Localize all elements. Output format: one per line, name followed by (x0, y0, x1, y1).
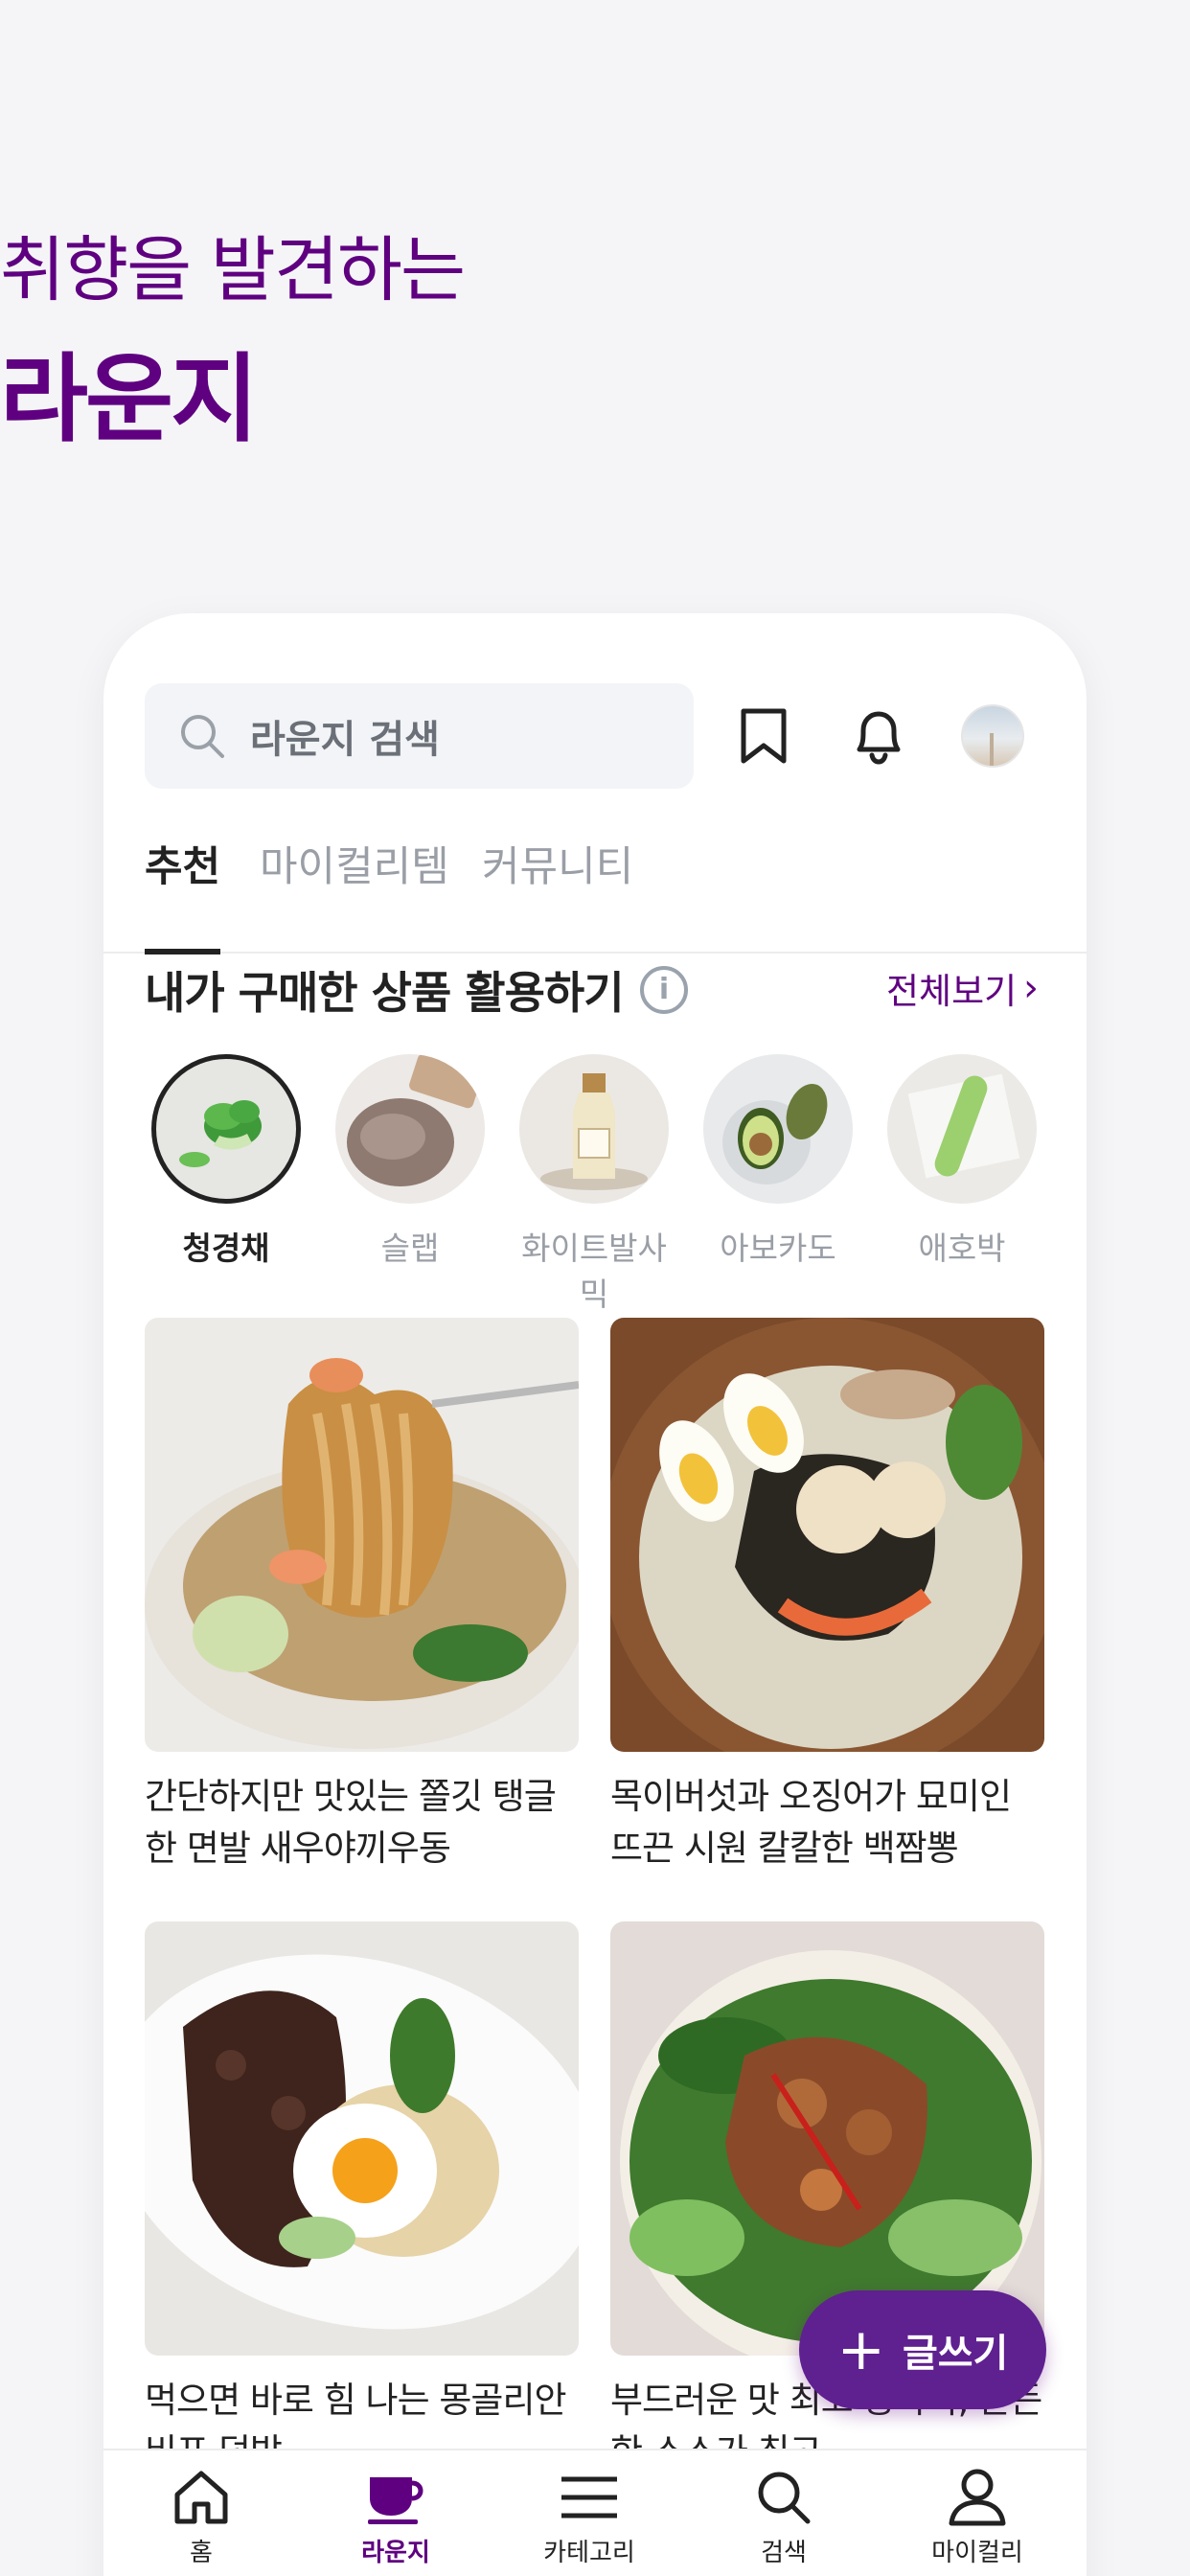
plus-icon: + (836, 2316, 885, 2383)
promo-subtitle: 취향을 발견하는 (0, 229, 466, 311)
search-icon (758, 2472, 811, 2524)
tab-my-kurly-item[interactable]: 마이컬리템 (260, 815, 449, 954)
recipe-title: 간단하지만 맛있는 쫄깃 탱글 한 면발 새우야끼우동 (145, 1776, 557, 1869)
nav-label: 카테고리 (543, 2539, 635, 2567)
avatar[interactable] (961, 704, 1024, 768)
recipe-title: 목이버섯과 오징어가 묘미인 뜨끈 시원 칼칼한 백짬뽕 (610, 1776, 1012, 1869)
chip-bok-choy[interactable]: 청경채 (145, 1054, 308, 1269)
menu-icon (561, 2476, 617, 2518)
bookmark-icon[interactable] (730, 702, 797, 770)
chip-zucchini[interactable]: 애호박 (881, 1054, 1043, 1269)
see-all-link[interactable]: 전체보기 (886, 962, 1017, 1014)
search-icon (181, 715, 224, 758)
nav-label: 홈 (190, 2539, 213, 2567)
search-input[interactable]: 라운지 검색 (145, 683, 694, 789)
info-icon[interactable]: i (640, 966, 688, 1014)
user-icon (949, 2469, 1006, 2526)
home-icon (174, 2471, 228, 2524)
nav-label: 검색 (761, 2539, 807, 2567)
recipe-image (145, 1318, 579, 1752)
slab-image (335, 1054, 485, 1204)
nav-lounge[interactable]: 라운지 (300, 2450, 492, 2576)
tab-recommend[interactable]: 추천 (145, 815, 221, 954)
recipe-card[interactable]: 먹으면 바로 힘 나는 몽골리안 비프 덮밥 (145, 1921, 579, 2478)
chip-label: 아보카도 (720, 1230, 836, 1267)
bok-choy-image (151, 1054, 301, 1204)
chip-label: 청경채 (182, 1230, 270, 1267)
write-post-button[interactable]: + 글쓰기 (799, 2290, 1046, 2409)
chip-avocado[interactable]: 아보카도 (697, 1054, 859, 1269)
write-post-label: 글쓰기 (902, 2332, 1009, 2376)
nav-home[interactable]: 홈 (105, 2450, 297, 2576)
nav-category[interactable]: 카테고리 (493, 2450, 685, 2576)
promo-title: 라운지 (0, 343, 259, 455)
recipe-image (145, 1921, 579, 2356)
chip-slab[interactable]: 슬랩 (329, 1054, 492, 1269)
tab-community[interactable]: 커뮤니티 (482, 815, 633, 954)
phone-frame: 라운지 검색 추천 마이컬리템 커뮤니티 내가 구매한 상품 활용하기 i 전체… (103, 613, 1087, 2576)
bottom-nav: 홈 라운지 카테고리 검색 마이컬리 (103, 2449, 1087, 2576)
avocado-image (703, 1054, 853, 1204)
nav-label: 마이컬리 (931, 2539, 1023, 2567)
recipe-image (610, 1318, 1044, 1752)
recipe-card[interactable]: 간단하지만 맛있는 쫄깃 탱글 한 면발 새우야끼우동 (145, 1318, 579, 1874)
chip-white-balsamic[interactable]: 화이트발사믹 (513, 1054, 675, 1315)
chip-label: 화이트발사믹 (521, 1230, 667, 1313)
white-balsamic-image (519, 1054, 669, 1204)
nav-my-kurly[interactable]: 마이컬리 (881, 2450, 1073, 2576)
search-placeholder: 라운지 검색 (250, 718, 440, 762)
bell-icon[interactable] (845, 702, 912, 770)
chip-label: 애호박 (918, 1230, 1006, 1267)
zucchini-image (887, 1054, 1037, 1204)
section-title: 내가 구매한 상품 활용하기 (145, 967, 625, 1019)
chevron-right-icon[interactable]: › (1023, 966, 1039, 1010)
recipe-card[interactable]: 목이버섯과 오징어가 묘미인 뜨끈 시원 칼칼한 백짬뽕 (610, 1318, 1044, 1874)
nav-search[interactable]: 검색 (688, 2450, 880, 2576)
nav-label: 라운지 (361, 2539, 430, 2567)
tab-bar: 추천 마이컬리템 커뮤니티 (103, 815, 1087, 954)
coffee-cup-icon (368, 2477, 423, 2524)
chip-label: 슬랩 (380, 1230, 440, 1267)
